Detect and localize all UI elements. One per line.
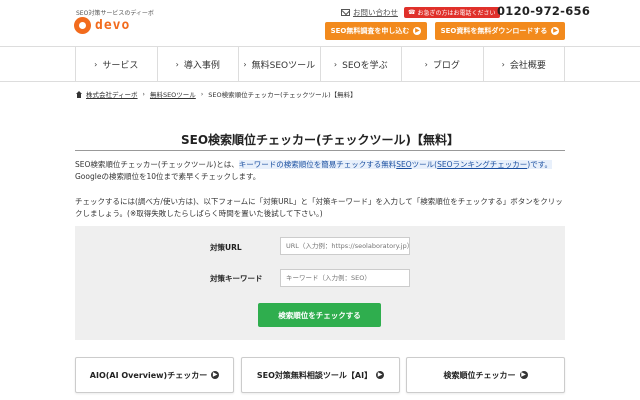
arrow-right-icon: ▶ — [519, 371, 528, 379]
arrow-right-icon: ▶ — [413, 27, 422, 35]
phone-badge: ☎ お急ぎの方はお電話ください — [404, 7, 500, 18]
tool-card-rank-checker[interactable]: 検索順位チェッカー ▶ — [406, 357, 565, 393]
intro-paragraph: SEO検索順位チェッカー(チェックツール)とは、キーワードの検索順位を簡易チェッ… — [75, 159, 565, 183]
chevron-right-icon: › — [424, 59, 428, 69]
contact-link[interactable]: お問い合わせ — [341, 7, 398, 18]
intro-suffix: Googleの検索順位を10位まで素早くチェックします。 — [75, 172, 261, 181]
breadcrumb: 株式会社ディーボ › 無料SEOツール › SEO検索順位チェッカー(チェックツ… — [75, 89, 357, 99]
contact-label: お問い合わせ — [353, 8, 398, 17]
chevron-right-icon: › — [501, 59, 505, 69]
breadcrumb-current: SEO検索順位チェッカー(チェックツール)【無料】 — [208, 91, 357, 99]
url-label: 対策URL — [210, 243, 242, 252]
nav-item-blog[interactable]: › ブログ — [401, 47, 483, 81]
nav-item-label: 無料SEOツール — [251, 60, 316, 71]
phone-badge-label: お急ぎの方はお電話ください — [417, 10, 496, 17]
nav-item-label: SEOを学ぶ — [342, 60, 388, 71]
tool-card-seo-consult[interactable]: SEO対策無料相談ツール【AI】 ▶ — [241, 357, 400, 393]
check-rank-button[interactable]: 検索順位をチェックする — [258, 303, 381, 327]
logo-text: devo — [95, 18, 131, 33]
arrow-right-icon: ▶ — [211, 371, 220, 379]
url-input[interactable] — [280, 237, 410, 255]
nav-item-services[interactable]: › サービス — [75, 47, 157, 81]
seo-link[interactable]: SEO — [396, 160, 411, 169]
phone-icon: ☎ — [408, 9, 416, 16]
breadcrumb-separator: › — [200, 90, 204, 98]
nav-item-label: ブログ — [432, 60, 460, 71]
breadcrumb-separator: › — [142, 90, 145, 98]
title-divider — [75, 150, 565, 151]
intro-highlight-text: )です。 — [527, 160, 552, 169]
arrow-right-icon: ▶ — [376, 371, 385, 379]
tool-card-label: AIO(AI Overview)チェッカー — [89, 370, 208, 380]
site-tagline: SEO対策サービスのディーボ — [76, 10, 154, 17]
breadcrumb-tools[interactable]: 無料SEOツール — [150, 89, 196, 99]
download-materials-button[interactable]: SEO資料を無料ダウンロードする ▶ — [435, 22, 565, 40]
mail-icon — [341, 9, 350, 16]
nav-item-free-tools[interactable]: › 無料SEOツール — [238, 47, 320, 81]
global-nav: › サービス › 導入事例 › 無料SEOツール › SEOを学ぶ › ブログ › 会社概要 — [0, 46, 640, 82]
intro-highlight: キーワードの検索順位を簡易チェックする無料SEOツール(SEOランキングチェッカ… — [238, 160, 552, 169]
keyword-input[interactable] — [280, 269, 410, 287]
free-seo-diagnosis-button[interactable]: SEO無料調査を申し込む ▶ — [325, 22, 427, 40]
chevron-right-icon: › — [333, 59, 338, 69]
logo-mark-icon — [74, 17, 91, 34]
seo-ranking-checker-link[interactable]: SEOランキングチェッカー — [437, 160, 527, 169]
nav-item-label: 導入事例 — [183, 60, 220, 71]
chevron-right-icon: › — [94, 59, 98, 69]
home-icon — [75, 90, 83, 98]
free-seo-diagnosis-label: SEO無料調査を申し込む — [330, 27, 410, 35]
nav-item-label: 会社概要 — [509, 60, 546, 71]
chevron-right-icon: › — [175, 59, 179, 69]
howto-paragraph: チェックするには(調べ方/使い方は)、以下フォームに「対策URL」と「対策キーワ… — [75, 197, 563, 218]
nav-item-learn-seo[interactable]: › SEOを学ぶ — [319, 47, 402, 81]
arrow-right-icon: ▶ — [551, 27, 560, 35]
phone-number[interactable]: 0120-972-656 — [497, 4, 590, 18]
tool-card-aio-checker[interactable]: AIO(AI Overview)チェッカー ▶ — [75, 357, 234, 393]
site-logo[interactable]: devo — [74, 17, 130, 34]
intro-highlight-text: キーワードの検索順位を簡易チェックする無料 — [238, 160, 397, 169]
download-materials-label: SEO資料を無料ダウンロードする — [440, 27, 548, 35]
chevron-right-icon: › — [243, 59, 247, 69]
site-header: SEO対策サービスのディーボ devo お問い合わせ ☎ お急ぎの方はお電話くだ… — [0, 0, 640, 46]
tool-card-label: SEO対策無料相談ツール【AI】 — [256, 370, 373, 380]
rank-check-form: 対策URL 対策キーワード 検索順位をチェックする — [75, 226, 565, 340]
intro-highlight-text: ツール( — [411, 160, 438, 169]
nav-item-company[interactable]: › 会社概要 — [482, 47, 565, 81]
breadcrumb-home[interactable]: 株式会社ディーボ — [86, 89, 138, 99]
tool-card-label: 検索順位チェッカー — [443, 370, 516, 380]
keyword-label: 対策キーワード — [210, 274, 263, 283]
nav-item-label: サービス — [102, 60, 139, 71]
nav-item-case-studies[interactable]: › 導入事例 — [156, 47, 239, 81]
intro-prefix: SEO検索順位チェッカー(チェックツール)とは、 — [75, 160, 239, 169]
page-title: SEO検索順位チェッカー(チェックツール)【無料】 — [180, 133, 459, 147]
